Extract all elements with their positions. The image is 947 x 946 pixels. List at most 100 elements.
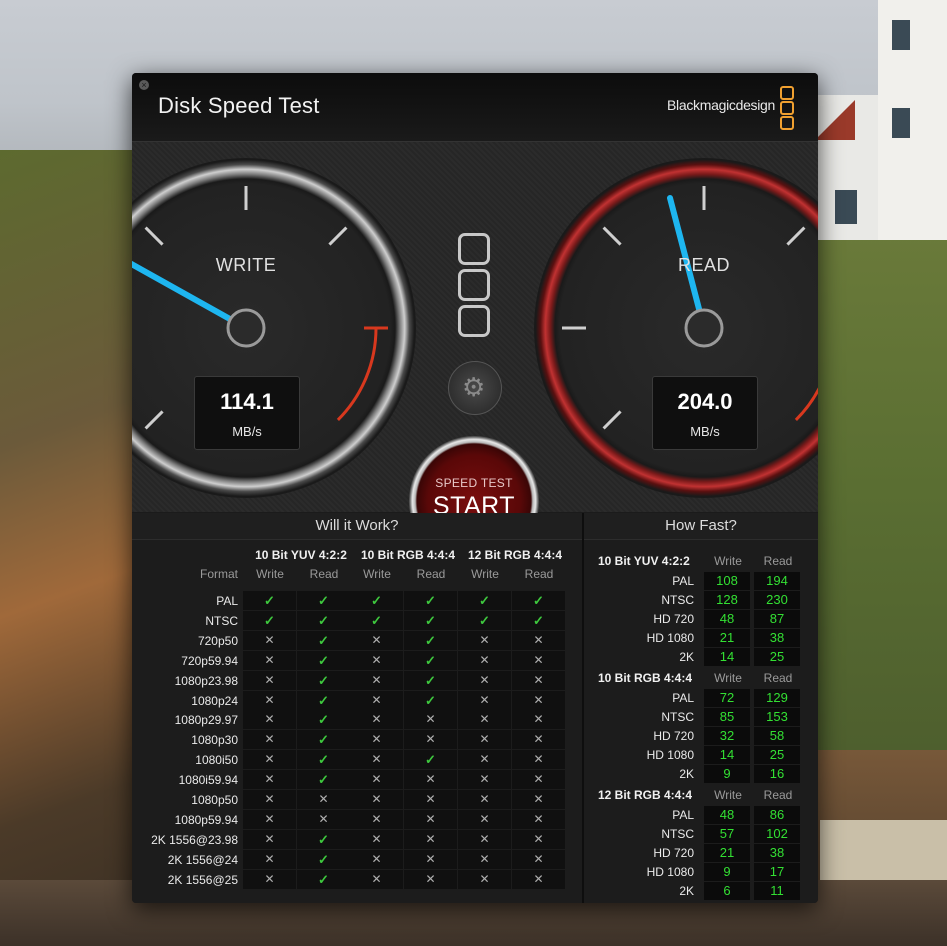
- table-row: 1080p30 ✕ ✓ ✕ ✕ ✕ ✕: [140, 730, 567, 750]
- group-header: 10 Bit YUV 4:2:2: [255, 548, 347, 562]
- title-bar[interactable]: × Disk Speed Test Blackmagicdesign: [132, 73, 818, 142]
- cross-icon: ✕: [350, 790, 403, 809]
- red-zone-arc: [336, 327, 378, 421]
- cross-icon: ✕: [350, 630, 403, 650]
- read-fps-value: 86: [754, 806, 800, 824]
- cross-icon: ✕: [350, 770, 403, 790]
- desktop-cliff: [0, 150, 150, 946]
- cross-icon: ✕: [458, 770, 511, 790]
- checkmark-icon: ✓: [350, 610, 403, 630]
- write-fps-value: 108: [704, 572, 750, 590]
- format-label: 2K 1556@24: [167, 852, 238, 867]
- format-label: NTSC: [205, 613, 238, 628]
- settings-button[interactable]: ⚙: [448, 361, 502, 415]
- checkmark-icon: ✓: [297, 670, 350, 690]
- cross-icon: ✕: [404, 849, 457, 869]
- cross-icon: ✕: [350, 730, 403, 750]
- cross-icon: ✕: [404, 829, 457, 849]
- cross-icon: ✕: [458, 869, 511, 889]
- cross-icon: ✕: [458, 710, 511, 730]
- checkmark-icon: ✓: [297, 591, 350, 610]
- resolution-label: 2K: [679, 767, 694, 781]
- format-label: 1080p59.94: [174, 812, 238, 827]
- needle-hub: [226, 308, 266, 348]
- checkmark-icon: ✓: [458, 610, 511, 630]
- read-fps-value: 25: [754, 746, 800, 764]
- cross-icon: ✕: [512, 809, 565, 829]
- cross-icon: ✕: [404, 790, 457, 809]
- read-column-header: Read: [309, 567, 339, 581]
- checkmark-icon: ✓: [404, 591, 457, 610]
- gauge-tick: [786, 226, 806, 246]
- write-readout: 114.1 MB/s: [194, 376, 300, 450]
- brand-name: Blackmagicdesign: [667, 97, 776, 113]
- cross-icon: ✕: [297, 809, 350, 829]
- gauge-tick: [144, 410, 164, 430]
- cross-icon: ✕: [297, 790, 350, 809]
- cross-icon: ✕: [350, 650, 403, 670]
- read-fps-value: 153: [754, 708, 800, 726]
- speed-row: NTSC 85 153: [584, 708, 818, 727]
- read-column-header: Read: [763, 788, 793, 802]
- table-row: 1080p59.94 ✕ ✕ ✕ ✕ ✕ ✕: [140, 809, 567, 830]
- checkmark-icon: ✓: [297, 829, 350, 849]
- format-label: 1080i59.94: [178, 773, 238, 788]
- cross-icon: ✕: [243, 650, 296, 670]
- table-row: 1080p23.98 ✕ ✓ ✕ ✓ ✕ ✕: [140, 670, 567, 691]
- speed-row: 2K 9 16: [584, 765, 818, 784]
- cross-icon: ✕: [458, 829, 511, 849]
- format-label: PAL: [216, 594, 238, 608]
- table-row: 1080p50 ✕ ✕ ✕ ✕ ✕ ✕: [140, 790, 567, 810]
- gauge-tick: [144, 226, 164, 246]
- cross-icon: ✕: [243, 869, 296, 889]
- cross-icon: ✕: [243, 849, 296, 869]
- resolution-label: HD 720: [653, 612, 694, 626]
- write-column-header: Write: [363, 567, 391, 581]
- read-fps-value: 58: [754, 727, 800, 745]
- resolution-label: 2K: [679, 650, 694, 664]
- desktop-window: [892, 108, 910, 138]
- read-readout: 204.0 MB/s: [652, 376, 758, 450]
- write-speed-unit: MB/s: [232, 424, 262, 439]
- cross-icon: ✕: [404, 770, 457, 790]
- speed-group-title: 12 Bit RGB 4:4:4: [598, 788, 693, 802]
- format-column-header: Format: [199, 567, 238, 581]
- resolution-label: PAL: [672, 574, 694, 588]
- resolution-label: HD 1080: [646, 748, 694, 762]
- write-fps-value: 48: [704, 806, 750, 824]
- cross-icon: ✕: [350, 670, 403, 690]
- read-speed-value: 204.0: [677, 389, 733, 414]
- cross-icon: ✕: [458, 690, 511, 710]
- cross-icon: ✕: [404, 710, 457, 730]
- gauge-panel: WRITE 114.1 MB/s ⚙ SPEED TEST START READ…: [132, 142, 818, 566]
- format-label: 1080p30: [191, 733, 238, 748]
- write-column-header: Write: [471, 567, 499, 581]
- write-gauge-label: WRITE: [215, 255, 277, 275]
- format-label: 720p59.94: [181, 653, 238, 668]
- cross-icon: ✕: [350, 869, 403, 889]
- cross-icon: ✕: [243, 630, 296, 650]
- cross-icon: ✕: [243, 770, 296, 790]
- cross-icon: ✕: [404, 809, 457, 829]
- write-column-header: Write: [714, 671, 742, 685]
- speed-row: PAL 48 86: [584, 806, 818, 825]
- format-label: 1080p29.97: [174, 713, 238, 728]
- cross-icon: ✕: [458, 750, 511, 770]
- cross-icon: ✕: [243, 710, 296, 730]
- write-fps-value: 85: [704, 708, 750, 726]
- desktop-hill: [800, 230, 947, 750]
- read-fps-value: 194: [754, 572, 800, 590]
- resolution-label: HD 1080: [646, 865, 694, 879]
- close-button[interactable]: ×: [139, 80, 149, 90]
- write-fps-value: 6: [704, 882, 750, 900]
- gear-icon: ⚙: [462, 372, 486, 402]
- format-label: 1080p50: [191, 793, 238, 807]
- cross-icon: ✕: [350, 690, 403, 710]
- speed-row: PAL 72 129: [584, 689, 818, 708]
- checkmark-icon: ✓: [404, 650, 457, 670]
- checkmark-icon: ✓: [243, 591, 296, 610]
- checkmark-icon: ✓: [297, 869, 350, 889]
- table-row: 1080i50 ✕ ✓ ✕ ✓ ✕ ✕: [140, 750, 567, 770]
- resolution-label: HD 720: [653, 729, 694, 743]
- cross-icon: ✕: [512, 670, 565, 690]
